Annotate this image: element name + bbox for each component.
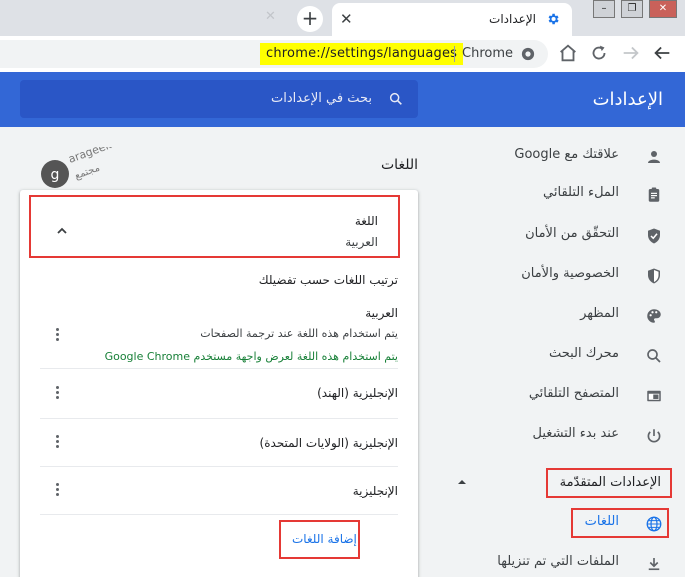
language-header-label: اللغة <box>354 214 378 228</box>
sidebar-item-search-engine[interactable]: محرك البحث <box>485 335 685 375</box>
more-vert-icon[interactable] <box>54 435 60 451</box>
language-row[interactable]: الإنجليزية <box>40 467 398 515</box>
address-bar[interactable]: chrome://settings/languages Chrome <box>0 40 548 68</box>
power-icon <box>647 429 661 443</box>
close-icon[interactable]: ✕ <box>265 9 276 24</box>
new-tab-button[interactable]: + <box>297 6 323 32</box>
close-tab-icon[interactable]: ✕ <box>340 10 353 28</box>
language-name: الإنجليزية (الهند) <box>317 386 398 400</box>
more-vert-icon[interactable] <box>54 386 60 402</box>
settings-header: بحث في الإعدادات الإعدادات <box>0 72 685 127</box>
window-close-button[interactable]: ✕ <box>649 0 677 18</box>
sidebar-item-label: التحقّق من الأمان <box>525 226 619 241</box>
palette-icon <box>647 309 661 323</box>
language-header-row[interactable]: اللغة العربية <box>29 195 400 258</box>
language-note: يتم استخدام هذه اللغة عند ترجمة الصفحات <box>200 327 398 340</box>
shield-icon <box>648 268 660 284</box>
add-languages-button[interactable]: إضافة اللغات <box>292 532 357 546</box>
section-title: اللغات <box>381 157 418 173</box>
language-row[interactable]: الإنجليزية (الهند) <box>40 369 398 419</box>
browser-toolbar: chrome://settings/languages Chrome <box>0 36 685 72</box>
shield-check-icon <box>648 228 660 244</box>
sidebar-item-appearance[interactable]: المظهر <box>485 295 685 335</box>
sidebar-item-label: الملفات التي تم تنزيلها <box>497 554 619 569</box>
language-header-value: العربية <box>345 235 378 249</box>
more-vert-icon[interactable] <box>54 483 60 499</box>
language-name: الإنجليزية (الولايات المتحدة) <box>259 436 398 450</box>
back-icon[interactable] <box>651 42 673 64</box>
sidebar-item-label: المظهر <box>580 306 619 321</box>
language-name: العربية <box>365 306 398 320</box>
sidebar-item-label: الخصوصية والأمان <box>521 266 619 281</box>
clipboard-icon <box>648 187 660 202</box>
url-text[interactable]: chrome://settings/languages <box>260 43 464 65</box>
background-tab[interactable]: ✕ <box>0 3 285 36</box>
sidebar-item-default-browser[interactable]: المتصفح التلقائي <box>485 375 685 415</box>
tab-strip: ✕ + ✕ الإعدادات – ❐ ✕ <box>0 0 685 36</box>
sidebar-item-label: المتصفح التلقائي <box>528 386 619 401</box>
language-ui-note: يتم استخدام هذه اللغة لعرض واجهة مستخدم … <box>104 350 398 363</box>
search-icon <box>389 92 402 105</box>
language-row[interactable]: الإنجليزية (الولايات المتحدة) <box>40 419 398 467</box>
settings-search-input[interactable]: بحث في الإعدادات <box>20 80 418 118</box>
download-icon <box>648 558 660 571</box>
sidebar-item-label: علاقتك مع Google <box>514 147 619 162</box>
chrome-chip-label: Chrome <box>462 46 513 61</box>
reload-icon[interactable] <box>588 42 610 64</box>
caret-up-icon[interactable] <box>457 477 467 487</box>
sidebar-item-safety-check[interactable]: التحقّق من الأمان <box>485 215 685 255</box>
search-icon <box>647 349 661 363</box>
sidebar-item-autofill[interactable]: الملء التلقائي <box>485 174 685 214</box>
sidebar-item-label: محرك البحث <box>548 346 619 361</box>
sidebar-item-label: الملء التلقائي <box>543 185 619 200</box>
chrome-icon <box>521 47 535 61</box>
globe-icon <box>646 516 662 532</box>
restore-button[interactable]: ❐ <box>621 0 643 18</box>
languages-card: اللغة العربية ترتيب اللغات حسب تفضيلك ال… <box>20 190 418 577</box>
forward-icon[interactable] <box>620 42 642 64</box>
sidebar-item-google[interactable]: علاقتك مع Google <box>485 136 685 176</box>
sidebar-item-label: اللغات <box>584 514 619 529</box>
sidebar-item-privacy[interactable]: الخصوصية والأمان <box>485 255 685 295</box>
settings-page: g arageek مجتمع علاقتك مع Google الملء ا… <box>0 127 685 577</box>
person-icon <box>648 151 660 163</box>
sidebar-item-label: عند بدء التشغيل <box>532 426 619 441</box>
language-name: الإنجليزية <box>352 484 398 498</box>
home-icon[interactable] <box>557 42 579 64</box>
browser-icon <box>647 390 661 402</box>
sidebar-item-downloads[interactable]: الملفات التي تم تنزيلها <box>485 543 685 577</box>
gear-icon <box>548 13 559 25</box>
page-title: الإعدادات <box>592 89 663 110</box>
tab-title: الإعدادات <box>489 12 536 26</box>
order-title: ترتيب اللغات حسب تفضيلك <box>258 273 398 287</box>
window-controls: – ❐ ✕ <box>593 0 677 18</box>
more-vert-icon[interactable] <box>54 328 60 344</box>
sidebar-advanced-toggle[interactable]: الإعدادات المتقدّمة <box>560 475 661 490</box>
settings-sidebar: علاقتك مع Google الملء التلقائي التحقّق … <box>485 127 685 577</box>
minimize-button[interactable]: – <box>593 0 615 18</box>
url-separator <box>454 46 455 62</box>
tab-settings[interactable]: ✕ الإعدادات <box>332 3 572 36</box>
search-placeholder: بحث في الإعدادات <box>271 91 372 106</box>
sidebar-item-languages[interactable]: اللغات <box>485 503 685 543</box>
language-row[interactable]: العربية يتم استخدام هذه اللغة عند ترجمة … <box>40 300 398 369</box>
chevron-up-icon[interactable] <box>55 224 69 238</box>
sidebar-item-on-startup[interactable]: عند بدء التشغيل <box>485 415 685 455</box>
